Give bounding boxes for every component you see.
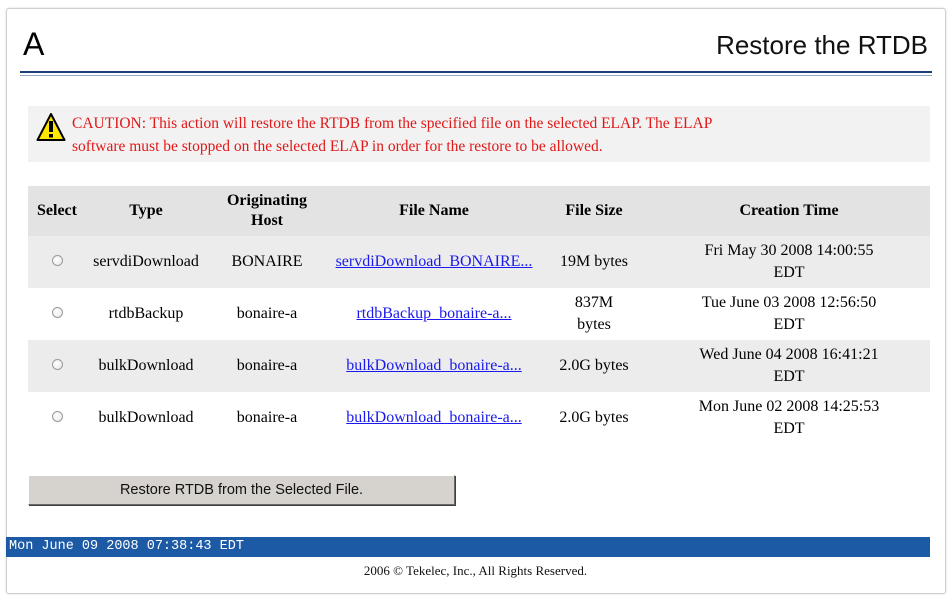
header-letter: A bbox=[23, 26, 45, 62]
warning-icon bbox=[36, 113, 66, 141]
page-title: Restore the RTDB bbox=[716, 30, 928, 60]
select-cell bbox=[28, 340, 86, 392]
host-cell: BONAIRE bbox=[206, 236, 328, 288]
header-divider bbox=[20, 71, 932, 73]
select-cell bbox=[28, 236, 86, 288]
column-header-line: Originating bbox=[226, 192, 307, 209]
status-timestamp: Mon June 09 2008 07:38:43 EDT bbox=[9, 539, 244, 554]
select-radio[interactable] bbox=[51, 307, 63, 318]
caution-box: CAUTION: This action will restore the RT… bbox=[28, 106, 930, 162]
file-size-cell: 19M bytes bbox=[540, 236, 648, 288]
column-header-file-size: File Size bbox=[540, 186, 648, 236]
creation-time-line: Fri May 30 2008 14:00:55 bbox=[704, 242, 874, 259]
select-radio[interactable] bbox=[51, 411, 63, 422]
select-cell bbox=[28, 288, 86, 340]
caution-line: CAUTION: This action will restore the RT… bbox=[72, 115, 713, 132]
column-header-originating-host: Originating Host bbox=[206, 186, 328, 236]
host-cell: bonaire-a bbox=[206, 340, 328, 392]
type-cell: rtdbBackup bbox=[86, 288, 206, 340]
column-header-select: Select bbox=[28, 186, 86, 236]
column-header-file-name: File Name bbox=[328, 186, 540, 236]
file-size-line: 2.0G bytes bbox=[559, 357, 629, 374]
file-size-cell: 2.0G bytes bbox=[540, 340, 648, 392]
column-header-creation-time: Creation Time bbox=[648, 186, 930, 236]
creation-time-line: EDT bbox=[773, 316, 805, 333]
select-radio[interactable] bbox=[51, 255, 63, 266]
restore-rtdb-button[interactable]: Restore RTDB from the Selected File. bbox=[28, 475, 455, 505]
file-name-cell: rtdbBackup_bonaire-a... bbox=[328, 288, 540, 340]
type-cell: bulkDownload bbox=[86, 392, 206, 444]
table-row: rtdbBackup bonaire-a rtdbBackup_bonaire-… bbox=[28, 288, 930, 340]
creation-time-line: Tue June 03 2008 12:56:50 bbox=[701, 294, 877, 311]
creation-time-line: Mon June 02 2008 14:25:53 bbox=[698, 398, 880, 415]
file-size-line: bytes bbox=[577, 316, 611, 333]
file-name-link[interactable]: servdiDownload_BONAIRE... bbox=[336, 253, 533, 270]
type-cell: servdiDownload bbox=[86, 236, 206, 288]
copyright-notice: 2006 © Tekelec, Inc., All Rights Reserve… bbox=[363, 563, 588, 578]
table-row: bulkDownload bonaire-a bulkDownload_bona… bbox=[28, 392, 930, 444]
creation-time-line: EDT bbox=[773, 264, 805, 281]
table-row: servdiDownload BONAIRE servdiDownload_BO… bbox=[28, 236, 930, 288]
table-row: bulkDownload bonaire-a bulkDownload_bona… bbox=[28, 340, 930, 392]
file-size-cell: 2.0G bytes bbox=[540, 392, 648, 444]
creation-time-cell: Wed June 04 2008 16:41:21 EDT bbox=[648, 340, 930, 392]
status-bar: Mon June 09 2008 07:38:43 EDT bbox=[6, 537, 930, 557]
select-cell bbox=[28, 392, 86, 444]
creation-time-cell: Mon June 02 2008 14:25:53 EDT bbox=[648, 392, 930, 444]
file-size-line: 19M bytes bbox=[560, 253, 628, 270]
creation-time-line: Wed June 04 2008 16:41:21 bbox=[699, 346, 879, 363]
page-header: A Restore the RTDB bbox=[20, 26, 932, 70]
file-name-cell: bulkDownload_bonaire-a... bbox=[328, 340, 540, 392]
file-size-cell: 837M bytes bbox=[540, 288, 648, 340]
column-header-type: Type bbox=[86, 186, 206, 236]
table-header-row: Select Type Originating Host File Name F… bbox=[28, 186, 930, 236]
file-name-link[interactable]: rtdbBackup_bonaire-a... bbox=[356, 305, 511, 322]
file-name-link[interactable]: bulkDownload_bonaire-a... bbox=[346, 409, 522, 426]
creation-time-cell: Tue June 03 2008 12:56:50 EDT bbox=[648, 288, 930, 340]
creation-time-line: EDT bbox=[773, 368, 805, 385]
caution-message: CAUTION: This action will restore the RT… bbox=[72, 106, 712, 158]
file-size-line: 2.0G bytes bbox=[559, 409, 629, 426]
host-cell: bonaire-a bbox=[206, 392, 328, 444]
select-radio[interactable] bbox=[51, 359, 63, 370]
file-name-cell: bulkDownload_bonaire-a... bbox=[328, 392, 540, 444]
column-header-line: Host bbox=[251, 212, 283, 229]
creation-time-cell: Fri May 30 2008 14:00:55 EDT bbox=[648, 236, 930, 288]
creation-time-line: EDT bbox=[773, 420, 805, 437]
header-divider-light bbox=[20, 75, 932, 76]
file-name-cell: servdiDownload_BONAIRE... bbox=[328, 236, 540, 288]
type-cell: bulkDownload bbox=[86, 340, 206, 392]
caution-line: software must be stopped on the selected… bbox=[72, 138, 603, 155]
host-cell: bonaire-a bbox=[206, 288, 328, 340]
file-name-link[interactable]: bulkDownload_bonaire-a... bbox=[346, 357, 522, 374]
file-size-line: 837M bbox=[574, 294, 614, 311]
backup-files-table: Select Type Originating Host File Name F… bbox=[28, 186, 930, 444]
